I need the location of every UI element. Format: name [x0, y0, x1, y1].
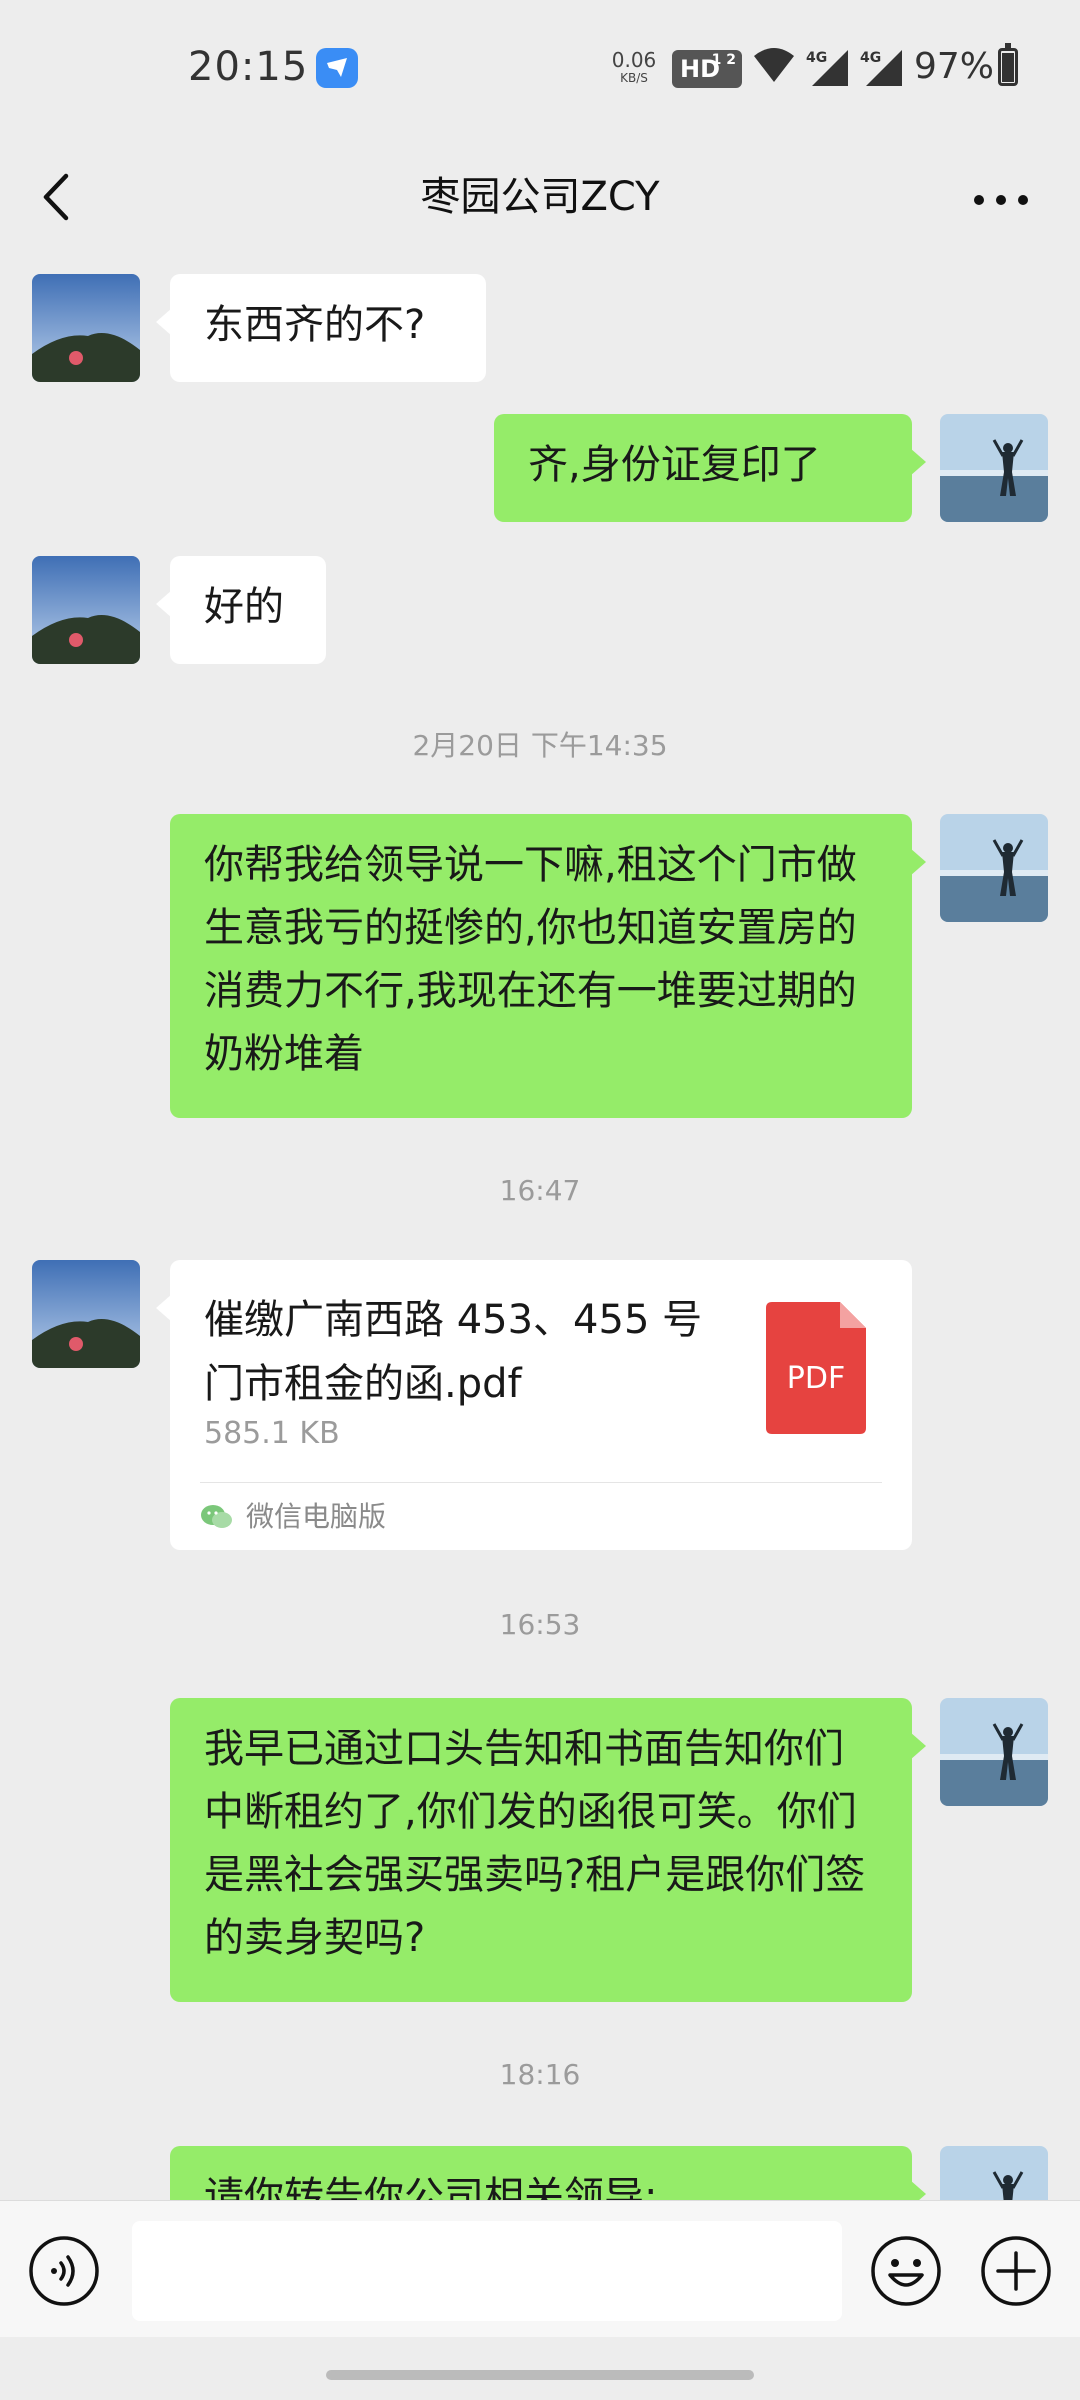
message-text: 你帮我给领导说一下嘛,租这个门市做生意我亏的挺惨的,你也知道安置房的消费力不行,… [204, 842, 857, 1077]
signal-2-label: 4G [860, 50, 881, 66]
plus-more-icon[interactable] [980, 2235, 1052, 2307]
hd-sub-label: 1 2 [711, 52, 736, 68]
file-name: 催缴广南西路 453、455 号门市租金的函.pdf [204, 1297, 703, 1407]
battery-icon [998, 43, 1018, 86]
incoming-message-bubble[interactable]: 好的 [156, 556, 326, 664]
battery-fill [1002, 52, 1014, 82]
pdf-file-icon: PDF [766, 1302, 866, 1434]
home-indicator[interactable] [326, 2370, 754, 2380]
message-text: 我早已通过口头告知和书面告知你们中断租约了,你们发的函很可笑。你们是黑社会强买强… [204, 1726, 866, 1961]
contact-avatar[interactable] [32, 274, 140, 382]
contact-avatar[interactable] [32, 556, 140, 664]
pdf-type-label: PDF [787, 1361, 845, 1396]
file-size: 585.1 KB [204, 1416, 340, 1451]
my-avatar[interactable] [940, 814, 1048, 922]
network-speed: 0.06 KB/S [608, 50, 660, 84]
dingtalk-notification-icon [316, 48, 358, 88]
timestamp: 16:53 [499, 1608, 581, 1641]
file-source: 微信电脑版 [200, 1492, 386, 1542]
outgoing-message-bubble[interactable]: 你帮我给领导说一下嘛,租这个门市做生意我亏的挺惨的,你也知道安置房的消费力不行,… [170, 814, 926, 1118]
outgoing-message-bubble[interactable]: 齐,身份证复印了 [494, 414, 926, 522]
hd-voice-badge: HD 1 2 [672, 50, 742, 88]
contact-avatar[interactable] [32, 1260, 140, 1368]
battery-percent: 97% [914, 46, 995, 87]
signal-4g-icon-1: 4G [806, 50, 848, 86]
message-text: 齐,身份证复印了 [528, 442, 821, 488]
outgoing-message-bubble[interactable]: 请你转告你公司相关领导: [170, 2146, 926, 2200]
message-text: 好的 [204, 584, 284, 630]
file-message-card[interactable]: 催缴广南西路 453、455 号门市租金的函.pdf 585.1 KB PDF … [156, 1260, 912, 1550]
chat-title: 枣园公司ZCY [420, 174, 660, 220]
message-input[interactable] [132, 2221, 842, 2321]
status-bar: 20:15 0.06 KB/S HD 1 2 4G 4G 97% [0, 0, 1080, 140]
timestamp: 18:16 [499, 2058, 581, 2091]
network-speed-value: 0.06 [611, 48, 657, 72]
incoming-message-bubble[interactable]: 东西齐的不? [156, 274, 486, 382]
outgoing-message-bubble[interactable]: 我早已通过口头告知和书面告知你们中断租约了,你们发的函很可笑。你们是黑社会强买强… [170, 1698, 926, 2002]
message-list[interactable]: 东西齐的不? 齐,身份证复印了 好的 2月20日 下午14:35 你帮我给领导说… [0, 258, 1080, 2200]
divider [200, 1482, 882, 1483]
voice-input-icon[interactable] [28, 2235, 100, 2307]
input-bar [0, 2200, 1080, 2337]
wechat-logo-icon [201, 1505, 232, 1528]
network-speed-unit: KB/S [620, 71, 648, 85]
chat-header: 枣园公司ZCY [0, 140, 1080, 258]
wifi-icon [754, 48, 794, 82]
my-avatar[interactable] [940, 2146, 1048, 2200]
timestamp: 2月20日 下午14:35 [412, 729, 668, 762]
signal-4g-icon-2: 4G [860, 50, 902, 86]
file-source-label: 微信电脑版 [246, 1500, 387, 1533]
message-text: 请你转告你公司相关领导: [204, 2174, 658, 2200]
my-avatar[interactable] [940, 414, 1048, 522]
emoji-icon[interactable] [870, 2235, 942, 2307]
message-text: 东西齐的不? [204, 302, 426, 348]
signal-1-label: 4G [806, 50, 827, 66]
more-options-icon[interactable] [966, 170, 1036, 230]
timestamp: 16:47 [499, 1174, 581, 1207]
my-avatar[interactable] [940, 1698, 1048, 1806]
status-time: 20:15 [188, 44, 309, 90]
